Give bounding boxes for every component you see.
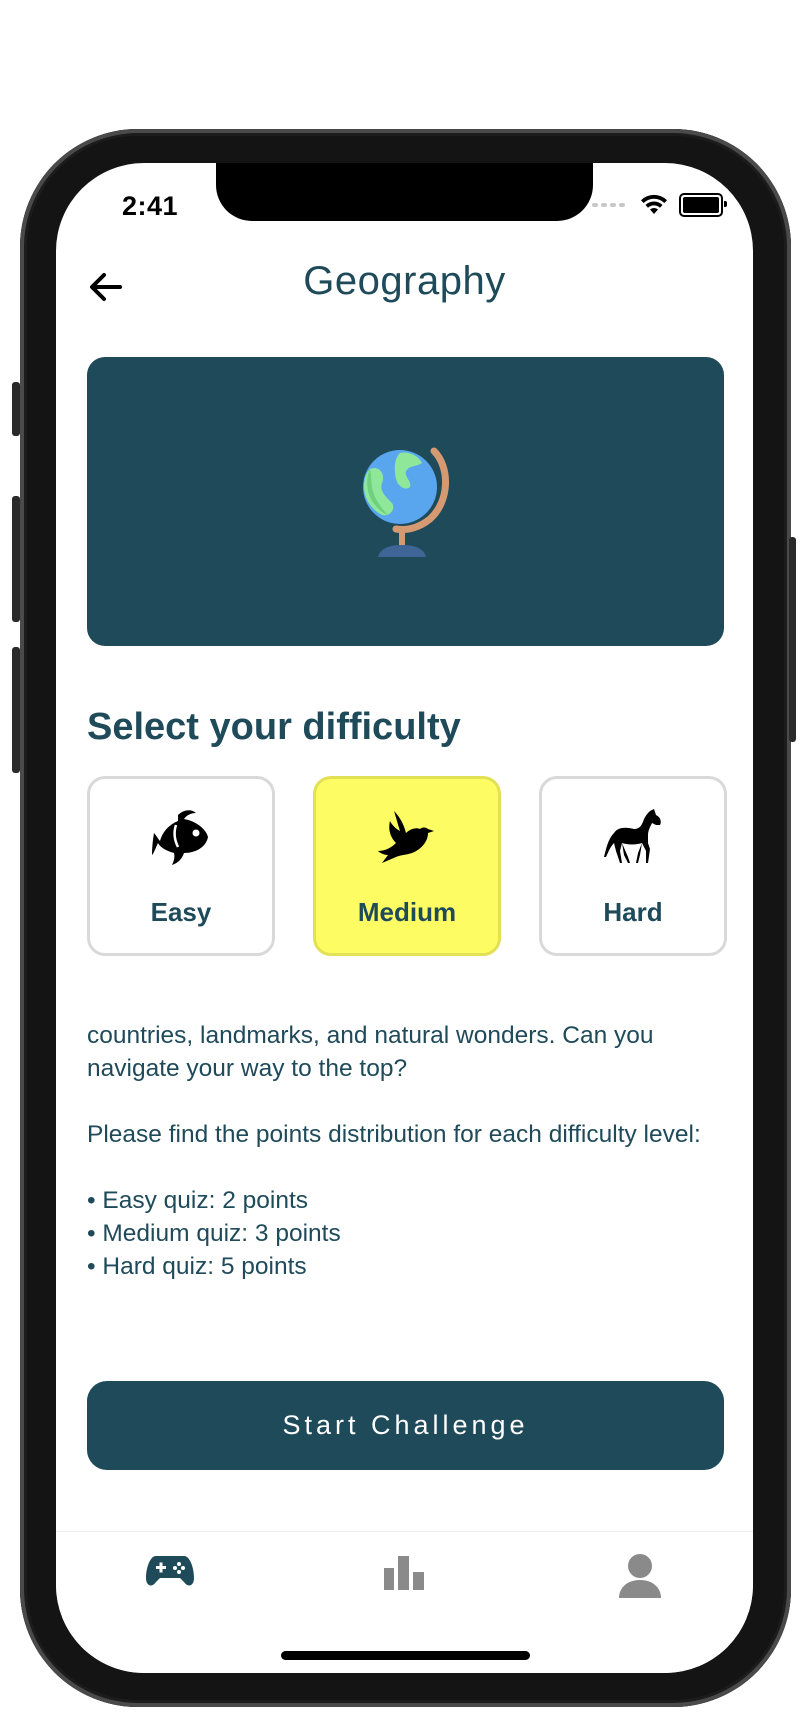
gamepad-icon: [146, 1556, 194, 1586]
difficulty-option-hard[interactable]: Hard: [539, 776, 727, 956]
volume-up-button: [12, 496, 20, 622]
app-screen: 2:41 Geography Select your difficulty Ea…: [56, 163, 753, 1673]
difficulty-label: Hard: [603, 897, 663, 927]
tab-play[interactable]: [140, 1554, 200, 1604]
wifi-icon: [641, 194, 667, 214]
volume-down-button: [12, 647, 20, 773]
start-challenge-button[interactable]: Start Challenge: [87, 1381, 724, 1470]
power-button: [789, 537, 796, 742]
start-challenge-label: Start Challenge: [282, 1410, 529, 1440]
signal-icon: [592, 203, 625, 207]
tab-profile[interactable]: [610, 1554, 670, 1604]
points-intro: Please find the points distribution for …: [87, 1121, 701, 1148]
difficulty-label: Medium: [357, 897, 457, 927]
points-item-easy: • Easy quiz: 2 points: [87, 1187, 309, 1214]
leaderboard-icon: [384, 1556, 424, 1590]
mute-switch: [12, 382, 20, 436]
horse-icon: [604, 809, 661, 863]
category-banner: [87, 357, 724, 646]
bird-icon: [378, 811, 434, 863]
home-indicator: [281, 1651, 530, 1660]
notch: [216, 163, 593, 221]
difficulty-label: Easy: [150, 897, 212, 927]
fish-icon: [152, 810, 208, 865]
status-time: 2:41: [122, 191, 179, 221]
profile-icon: [619, 1554, 661, 1598]
points-item-hard: • Hard quiz: 5 points: [87, 1253, 307, 1280]
category-description: countries, landmarks, and natural wonder…: [87, 1019, 727, 1283]
description-paragraph: countries, landmarks, and natural wonder…: [87, 1022, 654, 1082]
status-indicators: [592, 193, 727, 217]
difficulty-heading: Select your difficulty: [87, 706, 461, 748]
stage: 2:41 Geography Select your difficulty Ea…: [0, 0, 808, 1712]
difficulty-option-medium[interactable]: Medium: [313, 776, 501, 956]
globe-icon: [363, 447, 449, 557]
battery-icon: [679, 193, 727, 217]
difficulty-option-easy[interactable]: Easy: [87, 776, 275, 956]
page-title: Geography: [303, 259, 506, 303]
tab-leaderboard[interactable]: [374, 1554, 434, 1604]
points-item-medium: • Medium quiz: 3 points: [87, 1220, 341, 1247]
